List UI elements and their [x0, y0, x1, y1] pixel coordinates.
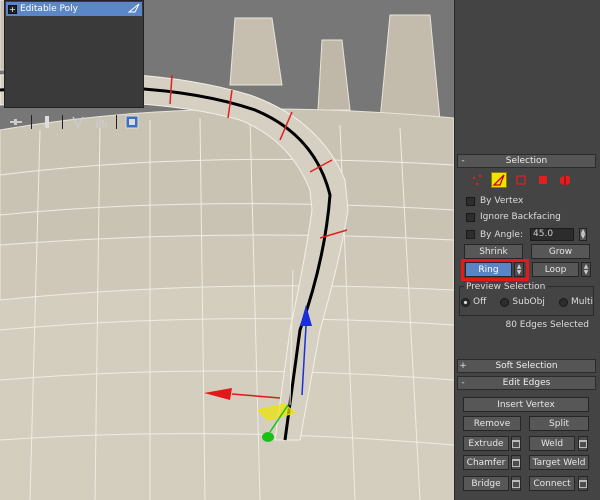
- edge-mode-icon[interactable]: [491, 172, 507, 188]
- preview-subobj-option[interactable]: SubObj: [500, 297, 545, 307]
- edit-edges-rollout-header[interactable]: - Edit Edges: [457, 376, 596, 390]
- ignore-backfacing-checkbox[interactable]: [466, 212, 475, 222]
- chamfer-settings-icon[interactable]: [511, 455, 521, 470]
- preview-subobj-label: SubObj: [512, 297, 545, 307]
- triangle-icon: [127, 3, 142, 16]
- border-mode-icon[interactable]: [513, 172, 529, 188]
- preview-off-label: Off: [473, 297, 487, 307]
- shrink-button[interactable]: Shrink: [464, 244, 523, 259]
- collapse-icon: -: [461, 156, 465, 166]
- weld-button[interactable]: Weld: [529, 436, 575, 451]
- connect-button[interactable]: Connect: [529, 476, 575, 491]
- by-vertex-checkbox[interactable]: [466, 196, 475, 206]
- soft-selection-rollout-header[interactable]: + Soft Selection: [457, 359, 596, 373]
- connect-settings-icon[interactable]: [578, 476, 588, 491]
- radio-icon: [558, 297, 568, 307]
- expand-icon[interactable]: +: [8, 4, 17, 14]
- extrude-button[interactable]: Extrude: [463, 436, 509, 451]
- stack-toolbar: [4, 112, 144, 132]
- preview-off-option[interactable]: Off: [461, 297, 486, 307]
- pin-stack-icon[interactable]: [8, 114, 24, 130]
- separator: [62, 115, 63, 129]
- ignore-backfacing-row[interactable]: Ignore Backfacing: [466, 212, 561, 222]
- preview-selection-title: Preview Selection: [464, 282, 548, 292]
- extrude-settings-icon[interactable]: [511, 436, 521, 451]
- element-mode-icon[interactable]: [557, 172, 573, 188]
- radio-icon: [461, 297, 470, 307]
- separator: [31, 115, 32, 129]
- preview-selection-options: Off SubObj Multi: [461, 297, 593, 307]
- stack-item-label: Editable Poly: [20, 4, 78, 14]
- ring-highlight-box: [461, 259, 529, 281]
- configure-modifier-sets-icon[interactable]: [124, 114, 140, 130]
- show-end-result-icon[interactable]: [39, 114, 55, 130]
- loop-spinner[interactable]: ▲ ▼: [581, 262, 591, 277]
- bridge-button[interactable]: Bridge: [463, 476, 509, 491]
- by-vertex-row[interactable]: By Vertex: [466, 196, 523, 206]
- by-angle-checkbox[interactable]: [466, 230, 475, 239]
- collapse-icon: -: [461, 378, 465, 388]
- target-weld-button[interactable]: Target Weld: [529, 455, 589, 470]
- vertex-mode-icon[interactable]: [469, 172, 485, 188]
- grow-button[interactable]: Grow: [531, 244, 590, 259]
- radio-icon: [500, 297, 510, 307]
- angle-spinner[interactable]: ▲ ▼: [579, 228, 588, 241]
- make-unique-icon[interactable]: [70, 114, 86, 130]
- preview-multi-option[interactable]: Multi: [558, 297, 593, 307]
- loop-button[interactable]: Loop: [532, 262, 579, 277]
- by-angle-row[interactable]: By Angle: 45.0 ▲ ▼: [466, 228, 588, 241]
- insert-vertex-button[interactable]: Insert Vertex: [463, 397, 589, 412]
- modifier-stack[interactable]: + Editable Poly: [4, 0, 144, 108]
- angle-field[interactable]: 45.0: [530, 228, 575, 241]
- rollout-title: Selection: [505, 156, 548, 166]
- subobject-modes: [463, 170, 583, 190]
- by-angle-label: By Angle:: [480, 229, 524, 240]
- remove-modifier-icon[interactable]: [93, 114, 109, 130]
- bridge-settings-icon[interactable]: [511, 476, 521, 491]
- selection-rollout-header[interactable]: - Selection: [457, 154, 596, 168]
- selection-status: 80 Edges Selected: [505, 320, 589, 330]
- stack-item-editable-poly[interactable]: + Editable Poly: [6, 2, 142, 16]
- weld-settings-icon[interactable]: [578, 436, 588, 451]
- rollout-title: Edit Edges: [502, 378, 551, 388]
- remove-button[interactable]: Remove: [463, 416, 521, 431]
- preview-multi-label: Multi: [570, 297, 593, 307]
- chamfer-button[interactable]: Chamfer: [463, 455, 509, 470]
- polygon-mode-icon[interactable]: [535, 172, 551, 188]
- expand-icon: +: [459, 361, 467, 371]
- split-button[interactable]: Split: [529, 416, 589, 431]
- separator: [116, 115, 117, 129]
- by-vertex-label: By Vertex: [480, 196, 524, 206]
- rollout-title: Soft Selection: [495, 361, 558, 371]
- ignore-backfacing-label: Ignore Backfacing: [480, 212, 561, 222]
